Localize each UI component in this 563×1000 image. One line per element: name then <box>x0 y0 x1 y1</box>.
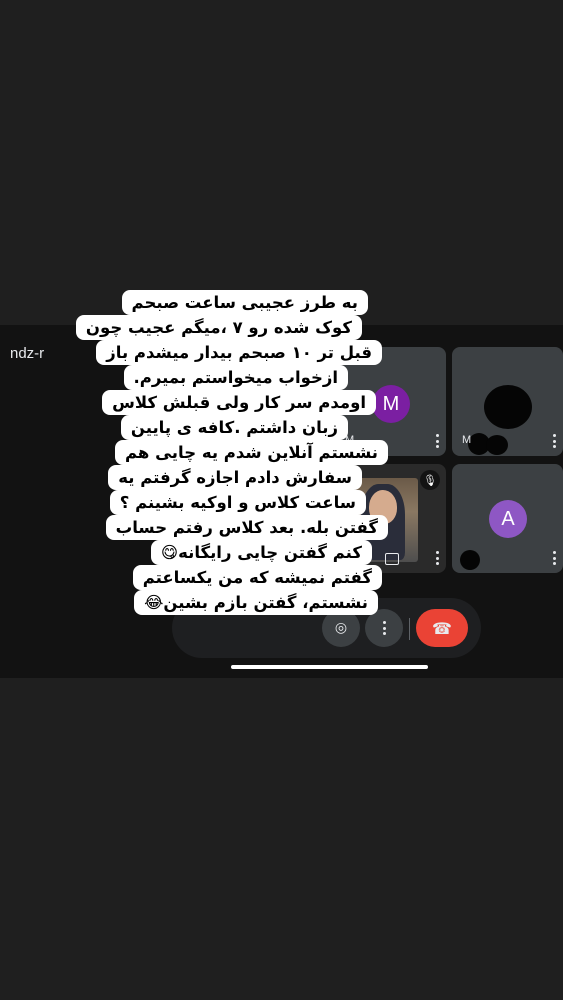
end-call-button[interactable]: ☎ <box>416 609 468 647</box>
caption-line: کنم گفتن چایی رایگانه😋 <box>150 540 372 565</box>
caption-line: قبل تر ۱۰ صبحم بیدار میشدم باز <box>96 340 382 365</box>
participant-name: M <box>462 434 472 446</box>
meeting-code: ndz-r <box>10 345 45 362</box>
caption-line: به طرز عجیبی ساعت صبحم <box>121 290 368 315</box>
caption-line: گفتم نمیشه که من یکساعتم <box>132 565 382 590</box>
home-indicator <box>231 665 428 669</box>
more-vert-icon[interactable] <box>434 551 440 565</box>
story-caption: به طرز عجیبی ساعت صبحم کوک شده رو ۷ ،میگ… <box>52 290 388 650</box>
caption-line: گفتن بله. بعد کلاس رفتم حساب <box>105 515 388 540</box>
redaction-scribble <box>460 550 480 570</box>
caption-line: نشستم، گفتن بازم بشین😂 <box>134 590 378 615</box>
caption-line: کوک شده رو ۷ ،میگم عجیب چون <box>75 315 362 340</box>
participant-tile[interactable]: M <box>452 347 563 456</box>
phone-hangup-icon: ☎ <box>432 618 452 638</box>
caption-line: زبان داشتم .کافه ی پایین <box>120 415 348 440</box>
participant-tile[interactable]: A <box>452 464 563 573</box>
caption-line: نشستم آنلاین شدم یه چایی هم <box>114 440 388 465</box>
mic-off-icon: 🎙 <box>420 470 440 490</box>
more-vert-icon[interactable] <box>551 551 557 565</box>
caption-line: اومدم سر کار ولی قبلش کلاس <box>102 390 376 415</box>
caption-line: سفارش دادم اجازه گرفتم یه <box>108 465 362 490</box>
more-vert-icon[interactable] <box>434 434 440 448</box>
redaction-scribble <box>484 385 532 429</box>
more-vert-icon[interactable] <box>551 434 557 448</box>
caption-line: ازخواب میخواستم بمیرم. <box>123 365 348 390</box>
controls-divider <box>409 618 410 640</box>
redaction-scribble <box>486 435 508 455</box>
participant-avatar: A <box>489 500 527 538</box>
caption-line: ساعت کلاس و اوکیه بشینم ؟ <box>109 490 366 515</box>
